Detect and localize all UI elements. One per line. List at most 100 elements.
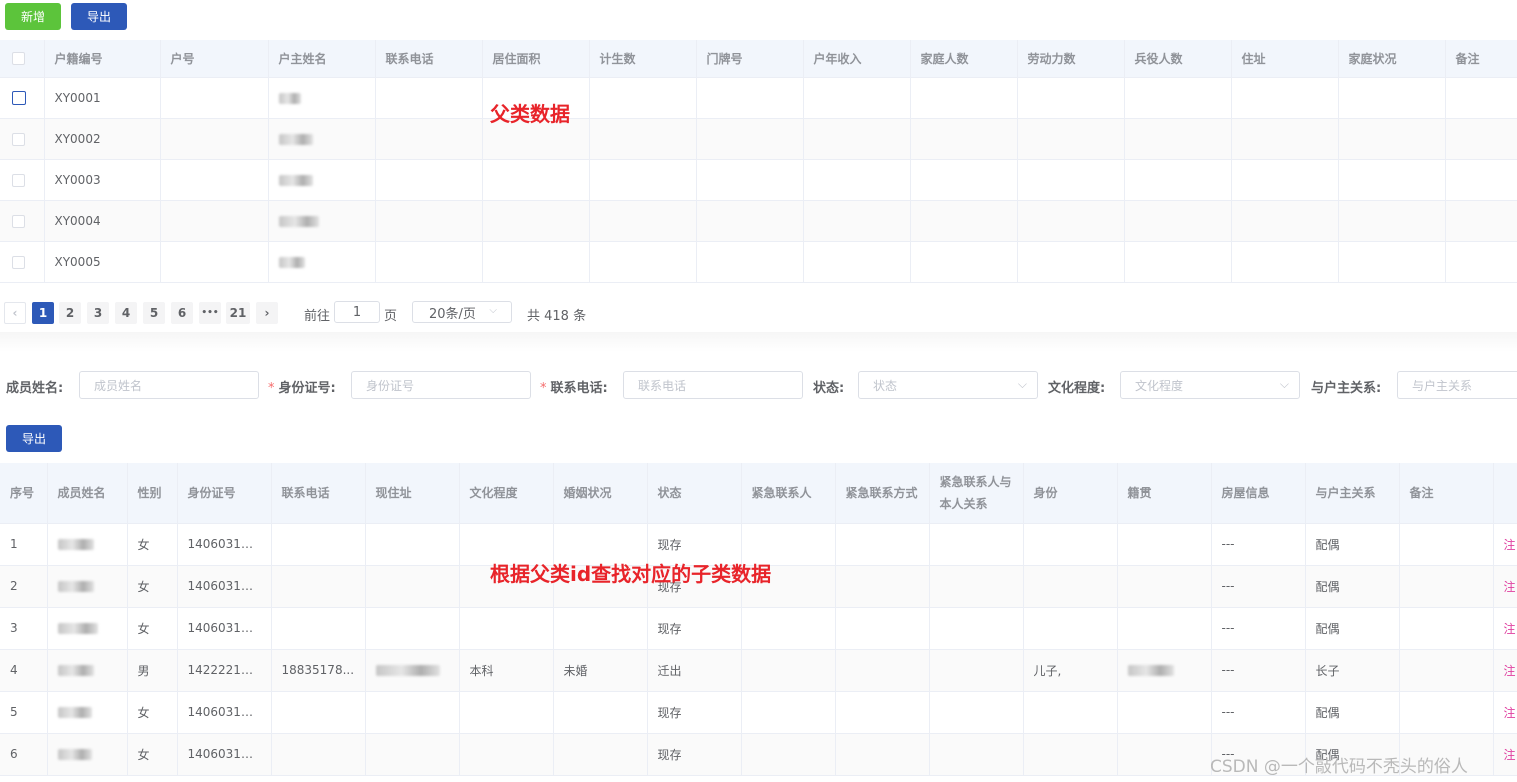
address xyxy=(365,523,460,566)
native-place xyxy=(1117,733,1212,776)
next-page-button[interactable]: › xyxy=(256,302,278,324)
row-checkbox[interactable] xyxy=(12,90,26,105)
marital-status xyxy=(553,607,648,650)
education xyxy=(459,733,554,776)
column-header: 房屋信息 xyxy=(1211,463,1306,524)
row-index: 4 xyxy=(0,649,48,692)
page-size-select[interactable]: 20条/页 ⌵ xyxy=(412,301,512,323)
marital-status: 未婚 xyxy=(553,649,648,692)
marital-status xyxy=(553,691,648,734)
row-checkbox[interactable] xyxy=(12,132,25,146)
select-all-checkbox[interactable] xyxy=(12,52,25,66)
member-name-input[interactable]: 成员姓名 xyxy=(79,371,259,399)
table-row[interactable]: XY0004 xyxy=(0,200,1517,242)
column-header: 户籍编号 xyxy=(44,40,161,78)
chevron-down-icon: ⌵ xyxy=(489,305,497,316)
table-row[interactable]: XY0005 xyxy=(0,241,1517,283)
row-checkbox[interactable] xyxy=(12,214,25,228)
page-6-button[interactable]: 6 xyxy=(171,302,193,324)
row-checkbox[interactable] xyxy=(12,255,25,269)
education xyxy=(459,607,554,650)
marital-status xyxy=(553,733,648,776)
operation-header xyxy=(1493,463,1517,524)
gender: 男 xyxy=(127,649,178,692)
phone xyxy=(271,691,366,734)
phone xyxy=(271,733,366,776)
column-header: 身份 xyxy=(1023,463,1118,524)
householder-name xyxy=(268,118,376,160)
prev-page-button[interactable]: ‹ xyxy=(4,302,26,324)
page-4-button[interactable]: 4 xyxy=(115,302,137,324)
goto-prefix: 前往 xyxy=(304,309,331,324)
house-info: --- xyxy=(1211,649,1306,692)
relation: 长子 xyxy=(1305,649,1400,692)
operation-link[interactable]: 注 xyxy=(1493,733,1517,776)
relation: 配偶 xyxy=(1305,523,1400,566)
native-place xyxy=(1117,691,1212,734)
row-index: 6 xyxy=(0,733,48,776)
native-place xyxy=(1117,523,1212,566)
more-pages-button[interactable]: ••• xyxy=(199,302,221,324)
pagination: ‹ 1 2 3 4 5 6 ••• 21 › 前往 页 20条/页 ⌵ 共 41… xyxy=(0,299,1517,327)
operation-link[interactable]: 注 xyxy=(1493,565,1517,608)
parent-data-annotation: 父类数据 xyxy=(490,102,570,126)
phone xyxy=(271,565,366,608)
id-number-input[interactable]: 身份证号 xyxy=(351,371,531,399)
table-row[interactable]: XY0002 xyxy=(0,118,1517,160)
member-export-button[interactable]: 导出 xyxy=(6,425,62,452)
column-header: 户号 xyxy=(160,40,269,78)
gender: 女 xyxy=(127,733,178,776)
table-row[interactable]: 3 女 14060319*... 现存 --- 配偶 注 xyxy=(0,607,1517,650)
id-number: 14060319*... xyxy=(177,733,272,776)
page-21-button[interactable]: 21 xyxy=(226,302,250,324)
table-row[interactable]: XY0001 xyxy=(0,77,1517,119)
household-code: XY0001 xyxy=(44,77,161,119)
page-5-button[interactable]: 5 xyxy=(143,302,165,324)
child-data-annotation: 根据父类id查找对应的子类数据 xyxy=(490,562,772,586)
add-button[interactable]: 新增 xyxy=(5,3,61,30)
house-info: --- xyxy=(1211,607,1306,650)
select-all-cell[interactable] xyxy=(0,40,45,78)
page-2-button[interactable]: 2 xyxy=(59,302,81,324)
column-header: 现住址 xyxy=(365,463,460,524)
total-count: 共 418 条 xyxy=(527,309,587,324)
member-name xyxy=(47,649,128,692)
education: 本科 xyxy=(459,649,554,692)
gender: 女 xyxy=(127,691,178,734)
operation-link[interactable]: 注 xyxy=(1493,691,1517,734)
id-number: 14222219*... xyxy=(177,649,272,692)
identity xyxy=(1023,523,1118,566)
address xyxy=(365,691,460,734)
table-row[interactable]: XY0003 xyxy=(0,159,1517,201)
goto-page-input[interactable] xyxy=(334,301,380,323)
page-1-button[interactable]: 1 xyxy=(32,302,54,324)
column-header: 紧急联系方式 xyxy=(835,463,930,524)
status-select[interactable]: 状态 ⌵ xyxy=(858,371,1038,399)
column-header: 与户主关系 xyxy=(1305,463,1400,524)
operation-link[interactable]: 注 xyxy=(1493,649,1517,692)
house-info: --- xyxy=(1211,565,1306,608)
education-label: 文化程度: xyxy=(1048,381,1106,396)
parent-table-header: 户籍编号 户号 户主姓名 联系电话 居住面积 计生数 门牌号 户年收入 家庭人数… xyxy=(0,40,1517,78)
column-header: 备注 xyxy=(1445,40,1517,78)
education-select[interactable]: 文化程度 ⌵ xyxy=(1120,371,1300,399)
member-name xyxy=(47,691,128,734)
native-place xyxy=(1117,565,1212,608)
identity xyxy=(1023,733,1118,776)
gender: 女 xyxy=(127,607,178,650)
page-3-button[interactable]: 3 xyxy=(87,302,109,324)
relation-input[interactable]: 与户主关系 xyxy=(1397,371,1517,399)
operation-link[interactable]: 注 xyxy=(1493,523,1517,566)
member-name xyxy=(47,733,128,776)
section-divider xyxy=(0,332,1517,352)
table-row[interactable]: 5 女 14060319*... 现存 --- 配偶 注 xyxy=(0,691,1517,734)
export-button[interactable]: 导出 xyxy=(71,3,127,30)
column-header: 户年收入 xyxy=(803,40,911,78)
row-checkbox[interactable] xyxy=(12,173,25,187)
table-row[interactable]: 4 男 14222219*... 18835178... 本科 未婚 迁出 儿子… xyxy=(0,649,1517,692)
house-info: --- xyxy=(1211,523,1306,566)
column-header: 文化程度 xyxy=(459,463,554,524)
phone-input[interactable]: 联系电话 xyxy=(623,371,803,399)
operation-link[interactable]: 注 xyxy=(1493,607,1517,650)
goto-suffix: 页 xyxy=(384,309,398,324)
